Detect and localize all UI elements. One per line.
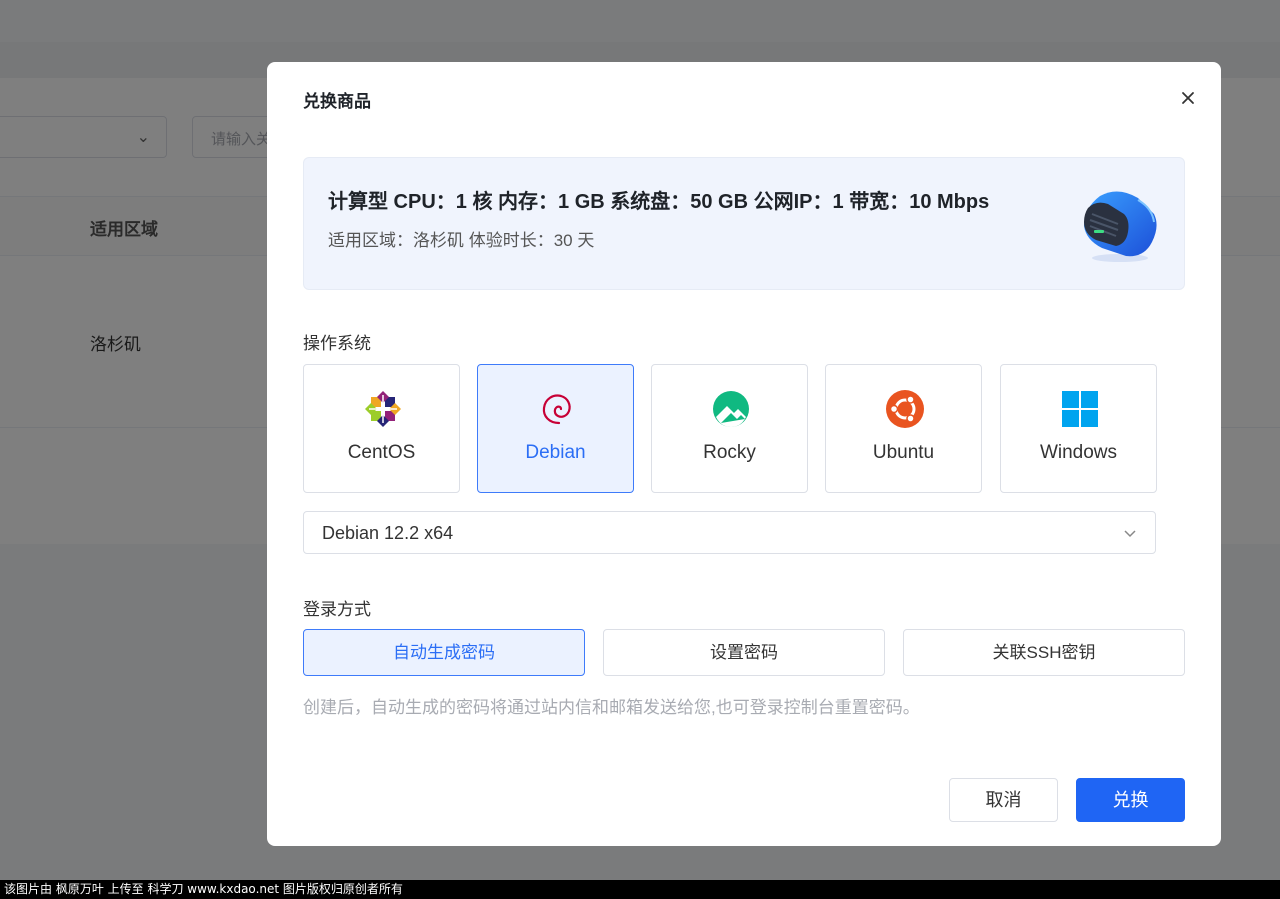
os-version-value: Debian 12.2 x64 xyxy=(322,523,454,543)
product-spec: 计算型 CPU：1 核 内存：1 GB 系统盘：50 GB 公网IP：1 带宽：… xyxy=(328,191,990,213)
login-option-ssh-key[interactable]: 关联SSH密钥 xyxy=(903,629,1185,676)
os-section-label: 操作系统 xyxy=(303,334,371,353)
dialog-title: 兑换商品 xyxy=(303,92,371,111)
rocky-icon xyxy=(713,391,749,427)
debian-icon xyxy=(542,394,571,425)
os-name: Ubuntu xyxy=(872,442,935,463)
os-name: Rocky xyxy=(703,442,756,463)
login-method-label: 登录方式 xyxy=(303,600,371,619)
os-option-rocky[interactable]: Rocky xyxy=(651,364,808,493)
os-option-debian[interactable]: Debian xyxy=(477,364,634,493)
login-option-set-password[interactable]: 设置密码 xyxy=(603,629,885,676)
chevron-down-icon xyxy=(1124,530,1136,538)
redeem-button[interactable]: 兑换 xyxy=(1076,778,1185,822)
os-option-windows[interactable]: Windows xyxy=(1000,364,1157,493)
close-icon[interactable] xyxy=(1176,86,1200,110)
windows-icon xyxy=(1062,391,1098,427)
centos-icon xyxy=(365,391,401,427)
ubuntu-icon xyxy=(886,390,924,428)
os-name: Debian xyxy=(525,442,586,463)
os-option-centos[interactable]: CentOS xyxy=(303,364,460,493)
login-hint-text: 创建后，自动生成的密码将通过站内信和邮箱发送给您,也可登录控制台重置密码。 xyxy=(303,698,920,717)
server-illustration-icon xyxy=(1084,191,1157,262)
product-region-duration: 适用区域：洛杉矶 体验时长：30 天 xyxy=(328,231,595,250)
os-version-select[interactable]: Debian 12.2 x64 xyxy=(303,511,1156,554)
watermark-bar: 该图片由 枫原万叶 上传至 科学刀 www.kxdao.net 图片版权归原创者… xyxy=(0,880,1280,899)
login-option-auto-password[interactable]: 自动生成密码 xyxy=(303,629,585,676)
os-name: Windows xyxy=(1039,442,1118,463)
redeem-dialog: 兑换商品 计算型 CPU：1 核 内存：1 GB 系统盘：50 GB 公网IP：… xyxy=(267,62,1221,846)
cancel-button[interactable]: 取消 xyxy=(949,778,1058,822)
os-option-ubuntu[interactable]: Ubuntu xyxy=(825,364,982,493)
product-card: 计算型 CPU：1 核 内存：1 GB 系统盘：50 GB 公网IP：1 带宽：… xyxy=(303,157,1185,290)
os-name: CentOS xyxy=(347,442,416,463)
